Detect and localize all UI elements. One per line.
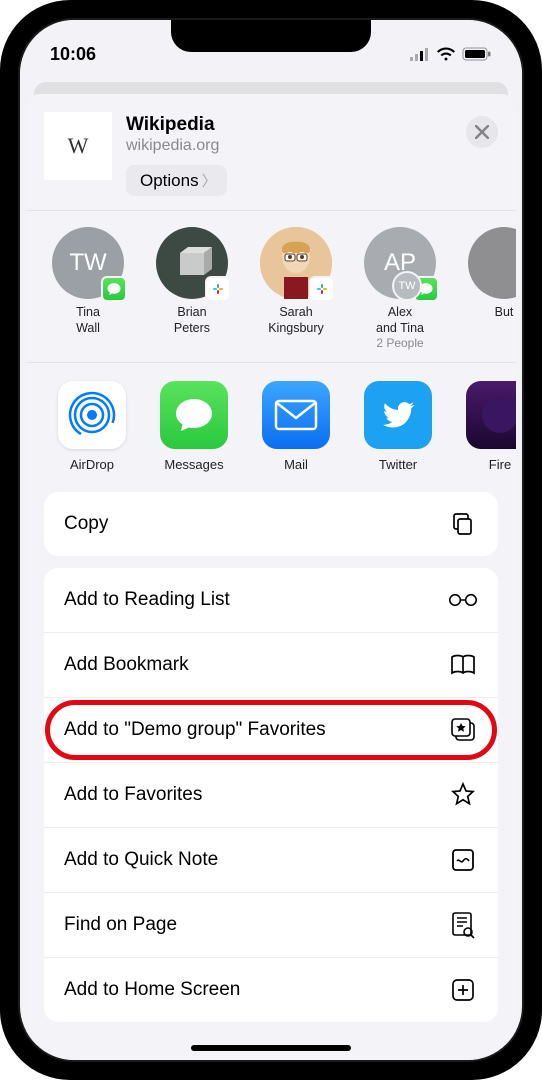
action-book[interactable]: Add Bookmark (44, 632, 498, 697)
apps-row[interactable]: AirDrop Messages Mail Twitter Fire (26, 363, 516, 482)
action-quicknote[interactable]: Add to Quick Note (44, 827, 498, 892)
contact-item[interactable]: SarahKingsbury (254, 227, 338, 350)
contact-item[interactable]: APTW Alexand Tina2 People (358, 227, 442, 350)
close-button[interactable] (466, 116, 498, 148)
app-label: AirDrop (52, 457, 132, 472)
add-home-icon (448, 975, 478, 1005)
header-text: Wikipedia wikipedia.org Options 〉 (126, 112, 452, 196)
app-item[interactable]: Messages (154, 381, 234, 472)
action-label: Find on Page (64, 914, 177, 936)
app-item[interactable]: Twitter (358, 381, 438, 472)
contact-avatar (468, 227, 516, 299)
action-label: Add to Favorites (64, 784, 202, 806)
app-item[interactable]: AirDrop (52, 381, 132, 472)
battery-icon (462, 47, 492, 61)
site-title: Wikipedia (126, 114, 452, 136)
device-frame: 10:06 W Wikipedia (0, 0, 542, 1080)
action-label: Add to "Demo group" Favorites (64, 719, 326, 741)
contact-avatar (156, 227, 228, 299)
app-label: Messages (154, 457, 234, 472)
firefox-app-icon (466, 381, 516, 449)
site-icon-letter: W (68, 133, 89, 159)
contact-name: But (462, 305, 516, 321)
cellular-icon (410, 48, 430, 61)
app-label: Twitter (358, 457, 438, 472)
copy-icon (448, 509, 478, 539)
wifi-icon (436, 47, 456, 61)
airdrop-app-icon (58, 381, 126, 449)
action-label: Copy (64, 513, 108, 535)
home-indicator[interactable] (191, 1045, 351, 1051)
share-sheet: W Wikipedia wikipedia.org Options 〉 (26, 94, 516, 1060)
star-icon (448, 780, 478, 810)
action-find[interactable]: Find on Page (44, 892, 498, 957)
sheet-header: W Wikipedia wikipedia.org Options 〉 (26, 94, 516, 211)
mail-app-icon (262, 381, 330, 449)
options-button[interactable]: Options 〉 (126, 165, 227, 196)
app-item[interactable]: Mail (256, 381, 336, 472)
contacts-row[interactable]: TWTinaWallBrianPetersSarahKingsburyAPTWA… (26, 211, 516, 363)
notch (171, 20, 371, 52)
action-star[interactable]: Add to Favorites (44, 762, 498, 827)
action-label: Add to Reading List (64, 589, 230, 611)
contact-item[interactable]: But (462, 227, 516, 350)
app-label: Mail (256, 457, 336, 472)
glasses-icon (448, 585, 478, 615)
contact-avatar: APTW (364, 227, 436, 299)
chevron-right-icon: 〉 (202, 170, 217, 191)
sheet-stack: W Wikipedia wikipedia.org Options 〉 (20, 82, 522, 1060)
app-item[interactable]: Fire (460, 381, 516, 472)
find-icon (448, 910, 478, 940)
action-copy[interactable]: Copy (44, 492, 498, 556)
options-label: Options (140, 171, 199, 191)
quicknote-icon (448, 845, 478, 875)
contact-name: TinaWall (46, 305, 130, 336)
site-icon: W (44, 112, 112, 180)
action-label: Add Bookmark (64, 654, 189, 676)
star-badge-icon (448, 715, 478, 745)
action-label: Add to Home Screen (64, 979, 240, 1001)
status-icons (410, 47, 492, 61)
site-subtitle: wikipedia.org (126, 137, 452, 155)
contact-sub: 2 People (358, 336, 442, 350)
contact-name: SarahKingsbury (254, 305, 338, 336)
action-label: Add to Quick Note (64, 849, 218, 871)
messages-app-icon (160, 381, 228, 449)
screen: 10:06 W Wikipedia (20, 20, 522, 1060)
inner-border: 10:06 W Wikipedia (18, 18, 524, 1062)
close-icon (475, 125, 489, 139)
action-star-badge[interactable]: Add to "Demo group" Favorites (44, 697, 498, 762)
actions: Copy Add to Reading ListAdd BookmarkAdd … (26, 482, 516, 1022)
action-glasses[interactable]: Add to Reading List (44, 568, 498, 632)
contact-name: Alexand Tina (358, 305, 442, 336)
app-label: Fire (460, 457, 516, 472)
book-icon (448, 650, 478, 680)
twitter-app-icon (364, 381, 432, 449)
contact-avatar: TW (52, 227, 124, 299)
contact-avatar (260, 227, 332, 299)
contact-item[interactable]: BrianPeters (150, 227, 234, 350)
action-group-copy: Copy (44, 492, 498, 556)
action-group-main: Add to Reading List Add Bookmark Add to "D… (44, 568, 498, 1022)
status-time: 10:06 (50, 44, 96, 65)
action-add-home[interactable]: Add to Home Screen (44, 957, 498, 1022)
contact-name: BrianPeters (150, 305, 234, 336)
contact-item[interactable]: TW TinaWall (46, 227, 130, 350)
